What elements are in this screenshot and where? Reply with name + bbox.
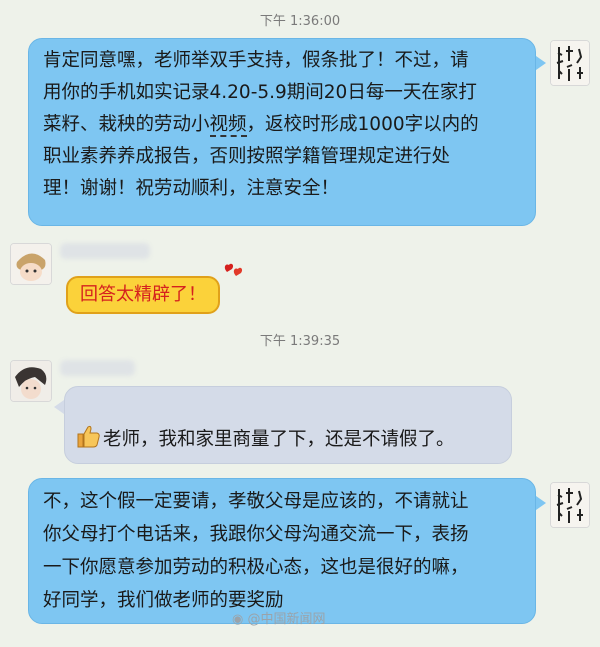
student-avatar[interactable] — [10, 243, 52, 285]
watermark-text: @中国新闻网 — [247, 612, 326, 627]
calligraphy-avatar-icon — [551, 483, 589, 527]
message-text: 菜籽、栽秧的劳动小 — [43, 114, 210, 135]
weibo-icon: ◉ — [232, 612, 244, 627]
teacher-message-bubble[interactable]: 不，这个假一定要请，孝敬父母是应该的，不请就让 你父母打个电话来，我跟你父母沟通… — [28, 478, 536, 624]
bubble-tail — [536, 496, 546, 510]
message-line: 职业素养养成报告，否则按照学籍管理规定进行处 — [43, 146, 451, 167]
message-line: 一下你愿意参加劳动的积极心态，这也是很好的嘛， — [43, 557, 469, 578]
underlined-word: 视频 — [209, 114, 247, 137]
student-avatar[interactable] — [10, 360, 52, 402]
message-line: 你父母打个电话来，我跟你父母沟通交流一下，表扬 — [43, 524, 469, 545]
bubble-tail — [536, 56, 546, 70]
bubble-tail — [54, 400, 64, 414]
message-line: 肯定同意嘿，老师举双手支持，假条批了！不过，请 — [43, 50, 469, 71]
message-text: ，返校时形成1000字以内的 — [246, 114, 479, 135]
message-line: 不，这个假一定要请，孝敬父母是应该的，不请就让 — [43, 491, 469, 512]
calligraphy-avatar-icon — [551, 41, 589, 85]
blurred-sender-name — [60, 243, 150, 259]
sticker-bubble[interactable]: 回答太精辟了！ — [66, 276, 220, 314]
blurred-sender-name — [60, 360, 135, 376]
timestamp: 下午 1:36:00 — [259, 14, 341, 29]
student-message-bubble[interactable]: 老师，我和家里商量了下，还是不请假了。 — [64, 386, 512, 464]
message-line: 菜籽、栽秧的劳动小视频，返校时形成1000字以内的 — [43, 109, 523, 141]
hearts-icon — [221, 262, 247, 288]
message-text: 老师，我和家里商量了下，还是不请假了。 — [103, 429, 455, 450]
timestamp: 下午 1:39:35 — [259, 334, 341, 349]
teacher-avatar[interactable] — [550, 482, 590, 528]
thumbs-up-icon — [75, 423, 101, 459]
sticker-text: 回答太精辟了！ — [80, 284, 206, 305]
watermark: ◉ @中国新闻网 — [232, 608, 326, 627]
teacher-avatar[interactable] — [550, 40, 590, 86]
message-line: 理！谢谢！祝劳动顺利，注意安全！ — [43, 178, 340, 199]
portrait-avatar-icon — [11, 361, 51, 401]
teacher-message-bubble[interactable]: 肯定同意嘿，老师举双手支持，假条批了！不过，请 用你的手机如实记录4.20-5.… — [28, 38, 536, 226]
message-line: 用你的手机如实记录4.20-5.9期间20日每一天在家打 — [43, 82, 477, 103]
cartoon-avatar-icon — [11, 244, 51, 284]
